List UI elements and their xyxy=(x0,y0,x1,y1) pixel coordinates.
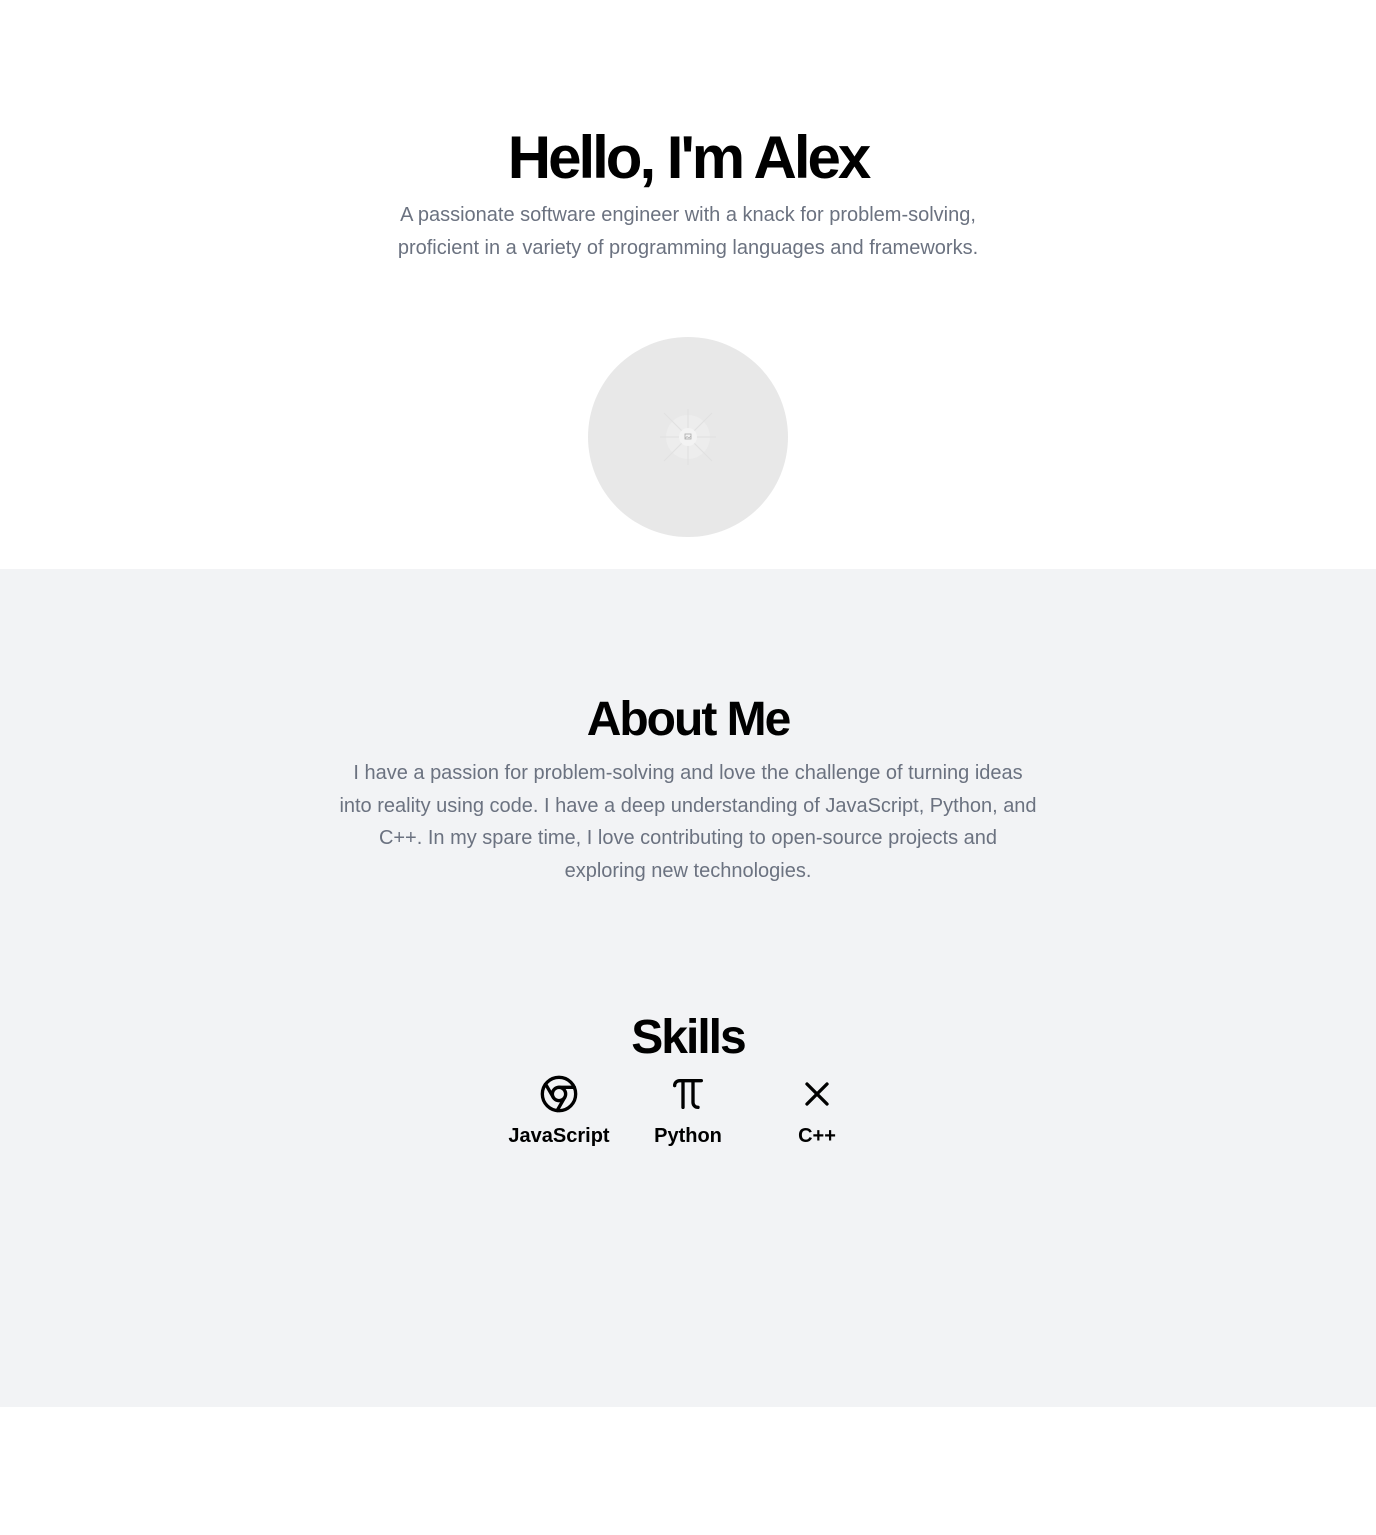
skills-title: Skills xyxy=(631,1011,746,1064)
image-placeholder-icon xyxy=(660,409,716,465)
pi-icon xyxy=(668,1074,708,1114)
about-skills-section: About Me I have a passion for problem-so… xyxy=(0,569,1376,1407)
skill-label: Python xyxy=(654,1125,722,1147)
skill-label: JavaScript xyxy=(508,1125,610,1147)
hero-section: Hello, I'm Alex A passionate software en… xyxy=(0,0,1376,569)
about-title: About Me xyxy=(586,693,792,746)
x-icon xyxy=(797,1074,837,1114)
page-footer-space xyxy=(0,1407,1376,1535)
avatar xyxy=(588,337,788,537)
chrome-icon xyxy=(539,1074,579,1114)
hero-subtitle: A passionate software engineer with a kn… xyxy=(397,204,979,259)
skill-item-cpp: C++ xyxy=(753,1074,881,1154)
skills-list: JavaScript Python C++ xyxy=(495,1074,881,1154)
hero-title: Hello, I'm Alex xyxy=(507,124,872,191)
skill-item-javascript: JavaScript xyxy=(495,1074,623,1154)
skill-item-python: Python xyxy=(624,1074,752,1154)
skill-label: C++ xyxy=(798,1125,836,1147)
about-text: I have a passion for problem-solving and… xyxy=(339,762,1037,882)
